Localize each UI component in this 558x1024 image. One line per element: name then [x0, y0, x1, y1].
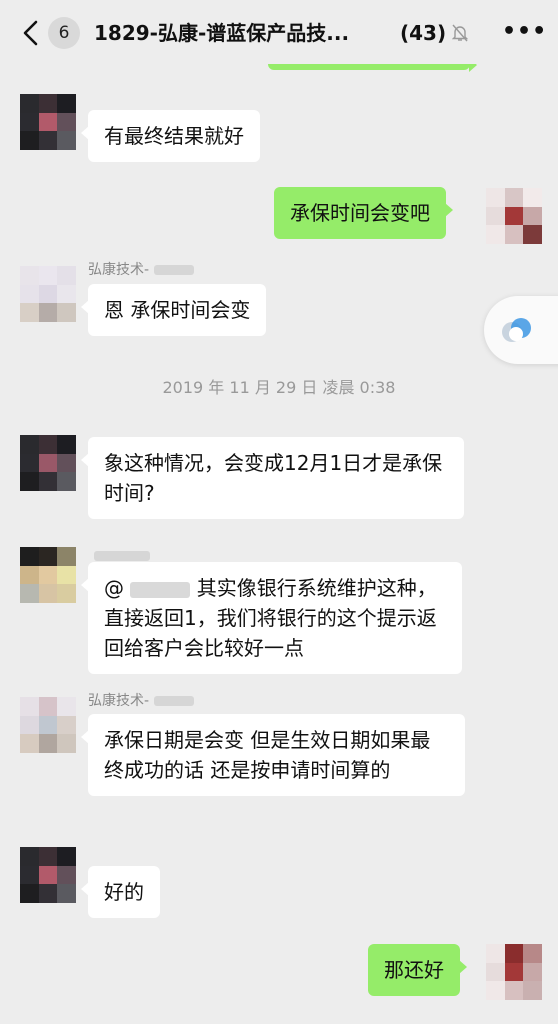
- chat-header: 6 1829-弘康-谱蓝保产品技... (43) •••: [0, 0, 558, 64]
- avatar[interactable]: [20, 547, 76, 603]
- back-icon[interactable]: [20, 20, 42, 46]
- message-bubble[interactable]: 那还好: [368, 944, 467, 996]
- message-list[interactable]: 有最终结果就好 承保时间会变吧 弘康技术- 恩 承保时间会变 2019 年 11…: [0, 64, 558, 1024]
- avatar[interactable]: [20, 697, 76, 753]
- message-bubble[interactable]: 恩 承保时间会变: [80, 284, 267, 336]
- avatar[interactable]: [486, 944, 542, 1000]
- avatar[interactable]: [486, 188, 542, 244]
- message-bubble-partial[interactable]: [268, 64, 477, 72]
- message-bubble[interactable]: 象这种情况，会变成12月1日才是承保时间?: [81, 437, 464, 519]
- floating-ball-icon: [502, 318, 531, 342]
- message-bubble[interactable]: 有最终结果就好: [81, 110, 260, 162]
- member-count: (43): [400, 21, 447, 45]
- timestamp: 2019 年 11 月 29 日 凌晨 0:38: [162, 378, 396, 397]
- avatar[interactable]: [20, 435, 76, 491]
- message-bubble[interactable]: 承保日期是会变 但是生效日期如果最终成功的话 还是按申请时间算的: [81, 714, 465, 796]
- unread-count-badge[interactable]: 6: [48, 17, 80, 49]
- mention-at: @: [104, 576, 124, 600]
- floating-window-ball[interactable]: [484, 296, 558, 364]
- avatar[interactable]: [20, 847, 76, 903]
- sender-name: 弘康技术-: [88, 261, 194, 279]
- sender-name: 弘康技术-: [88, 692, 194, 710]
- message-bubble[interactable]: 好的: [81, 866, 160, 918]
- chat-title: 1829-弘康-谱蓝保产品技...: [94, 21, 350, 45]
- avatar[interactable]: [20, 94, 76, 150]
- more-icon[interactable]: •••: [502, 21, 546, 43]
- mute-icon: [452, 24, 468, 42]
- message-bubble[interactable]: @ 其实像银行系统维护这种，直接返回1，我们将银行的这个提示返回给客户会比较好一…: [81, 562, 462, 674]
- message-bubble[interactable]: 承保时间会变吧: [274, 187, 453, 239]
- avatar[interactable]: [486, 64, 542, 68]
- avatar[interactable]: [20, 266, 76, 322]
